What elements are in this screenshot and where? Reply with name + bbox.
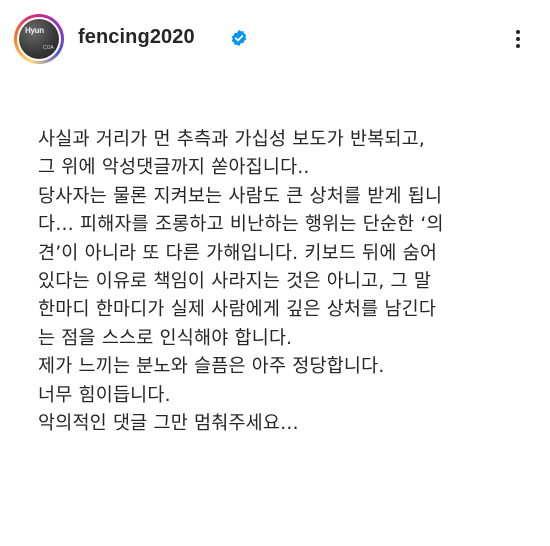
username[interactable]: fencing2020 <box>78 26 195 49</box>
caption-line: 한마디 한마디가 실제 사람에게 깊은 상처를 남긴다 <box>38 299 437 321</box>
avatar-logo-subtext: COA <box>43 45 54 51</box>
caption-line: 너무 힘이듭니다. <box>38 384 171 406</box>
caption-line: 악의적인 댓글 그만 멈춰주세요… <box>38 412 299 434</box>
caption-line: 당사자는 물론 지켜보는 사람도 큰 상처를 받게 됩니 <box>38 185 443 207</box>
caption-line: 사실과 거리가 먼 추측과 가십성 보도가 반복되고, <box>38 129 425 150</box>
avatar-story-ring[interactable]: Hyun COA <box>14 14 64 64</box>
post-caption: 사실과 거리가 먼 추측과 가십성 보도가 반복되고, 그 위에 악성댓글까지 … <box>38 126 538 438</box>
caption-line: 다… 피해자를 조롱하고 비난하는 행위는 단순한 ‘의 <box>38 214 444 236</box>
verified-badge-icon <box>231 29 247 47</box>
caption-line: 는 점을 스스로 인식해야 합니다. <box>38 327 293 349</box>
caption-line: 견’이 아니라 또 다른 가해입니다. 키보드 뒤에 숨어 <box>38 242 438 264</box>
post-header: Hyun COA fencing2020 <box>0 0 550 80</box>
more-options-icon[interactable] <box>508 24 528 54</box>
caption-line: 제가 느끼는 분노와 슬픔은 아주 정당합니다. <box>38 356 385 378</box>
caption-line: 있다는 이유로 책임이 사라지는 것은 아니고, 그 말 <box>38 270 432 292</box>
caption-line: 그 위에 악성댓글까지 쏟아집니다.. <box>38 157 310 179</box>
avatar-logo-text: Hyun <box>25 26 44 35</box>
avatar[interactable]: Hyun COA <box>19 19 59 59</box>
